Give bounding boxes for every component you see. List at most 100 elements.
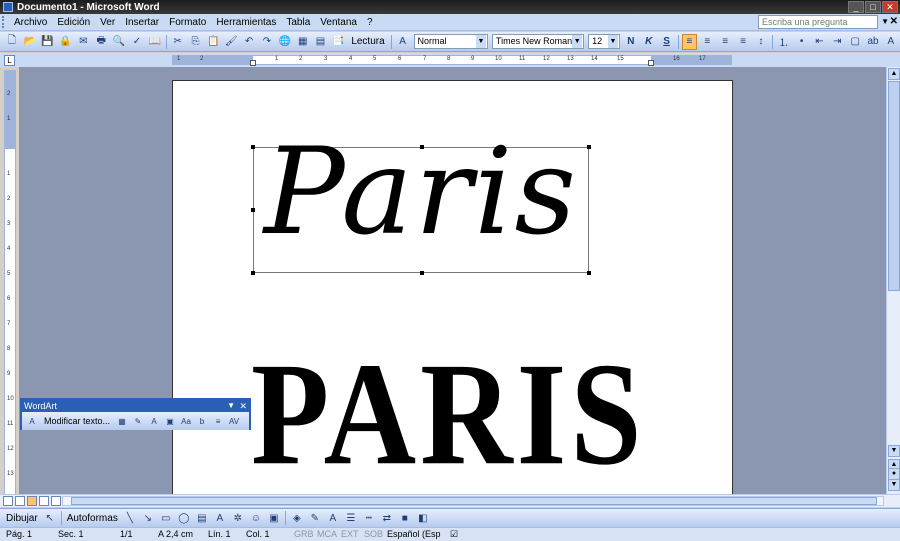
- font-color-icon[interactable]: A: [883, 34, 899, 50]
- menu-edicion[interactable]: Edición: [52, 17, 95, 28]
- chevron-down-icon[interactable]: ▼: [475, 35, 486, 48]
- reading-layout-icon[interactable]: 📑: [330, 34, 346, 50]
- font-size-select[interactable]: 12 ▼: [588, 34, 620, 49]
- line-spacing-icon[interactable]: ↕: [753, 34, 769, 50]
- wordart-toolbar-title[interactable]: WordArt ▼ ✕: [22, 400, 249, 412]
- scroll-down-icon[interactable]: ▼: [888, 445, 900, 457]
- new-document-icon[interactable]: 🗋: [4, 34, 20, 50]
- wordart-gallery-icon[interactable]: ▦: [115, 414, 129, 428]
- autoshapes-menu-button[interactable]: Autoformas: [67, 513, 118, 524]
- bullets-icon[interactable]: •: [794, 34, 810, 50]
- wordart-script-object[interactable]: Paris: [251, 123, 591, 275]
- right-indent-marker[interactable]: [648, 60, 654, 66]
- 3d-style-icon[interactable]: ◧: [415, 510, 431, 526]
- line-color-icon[interactable]: ✎: [307, 510, 323, 526]
- horizontal-scroll-thumb[interactable]: [71, 497, 877, 505]
- arrow-icon[interactable]: ↘: [140, 510, 156, 526]
- insert-wordart-icon[interactable]: A: [212, 510, 228, 526]
- ask-dropdown-icon[interactable]: ▼: [881, 17, 889, 26]
- wordart-shape-icon[interactable]: A: [147, 414, 161, 428]
- resize-handle[interactable]: [420, 271, 424, 275]
- ask-question-input[interactable]: Escriba una pregunta: [758, 15, 878, 29]
- menu-help[interactable]: ?: [362, 17, 378, 28]
- save-icon[interactable]: 💾: [40, 34, 56, 50]
- ruler-strip[interactable]: 1 2 1 2 3 4 5 6 7 8 9 10 11 12 13 14 15 …: [172, 55, 732, 66]
- status-language[interactable]: Español (Esp: [387, 529, 441, 539]
- print-layout-view-icon[interactable]: [27, 496, 37, 506]
- open-icon[interactable]: 📂: [22, 34, 38, 50]
- resize-handle[interactable]: [587, 271, 591, 275]
- highlight-icon[interactable]: ab: [865, 34, 881, 50]
- select-objects-icon[interactable]: ↖: [42, 510, 58, 526]
- text-box-icon[interactable]: ▤: [194, 510, 210, 526]
- cut-icon[interactable]: ✂: [170, 34, 186, 50]
- permission-icon[interactable]: 🔒: [58, 34, 74, 50]
- diagram-icon[interactable]: ✲: [230, 510, 246, 526]
- vertical-scroll-thumb[interactable]: [888, 81, 900, 291]
- numbering-icon[interactable]: ⒈: [776, 34, 792, 50]
- scroll-up-icon[interactable]: ▲: [888, 68, 900, 80]
- toolbar-options-icon[interactable]: ▼: [227, 400, 235, 412]
- vertical-scrollbar[interactable]: ▲ ▼ ▲ ● ▼: [886, 67, 900, 494]
- left-indent-marker[interactable]: [250, 60, 256, 66]
- font-color-icon[interactable]: A: [325, 510, 341, 526]
- normal-view-icon[interactable]: [3, 496, 13, 506]
- document-page[interactable]: Paris PARIS: [172, 80, 733, 494]
- menu-tabla[interactable]: Tabla: [281, 17, 315, 28]
- align-left-icon[interactable]: ≡: [681, 33, 698, 50]
- close-document-button[interactable]: ✕: [890, 16, 898, 27]
- maximize-button[interactable]: □: [865, 1, 881, 13]
- draw-menu-button[interactable]: Dibujar: [6, 513, 38, 524]
- line-icon[interactable]: ╲: [122, 510, 138, 526]
- tab-selector[interactable]: L: [4, 55, 15, 66]
- arrow-style-icon[interactable]: ⇄: [379, 510, 395, 526]
- print-icon[interactable]: 🖶: [93, 34, 109, 50]
- rectangle-icon[interactable]: ▭: [158, 510, 174, 526]
- chevron-down-icon[interactable]: ▼: [572, 35, 583, 48]
- reading-view-icon[interactable]: [51, 496, 61, 506]
- character-spacing-button[interactable]: AV: [227, 414, 241, 428]
- same-letter-heights-button[interactable]: Aa: [179, 414, 193, 428]
- fill-color-icon[interactable]: ◈: [289, 510, 305, 526]
- alignment-icon[interactable]: ≡: [211, 414, 225, 428]
- table-icon[interactable]: ▦: [295, 34, 311, 50]
- status-mca[interactable]: MCA: [317, 529, 337, 539]
- format-painter-icon[interactable]: 🖌: [223, 34, 239, 50]
- redo-icon[interactable]: ↷: [259, 34, 275, 50]
- menu-formato[interactable]: Formato: [164, 17, 211, 28]
- horizontal-scrollbar[interactable]: [62, 496, 884, 506]
- document-map-icon[interactable]: ▤: [313, 34, 329, 50]
- wordart-toolbar[interactable]: WordArt ▼ ✕ A Modificar texto... ▦ ✎ A ▣…: [20, 398, 251, 430]
- border-icon[interactable]: ▢: [847, 34, 863, 50]
- close-window-button[interactable]: ✕: [882, 1, 898, 13]
- justify-icon[interactable]: ≡: [735, 34, 751, 50]
- copy-icon[interactable]: ⎘: [188, 34, 204, 50]
- text-wrapping-icon[interactable]: ▣: [163, 414, 177, 428]
- menu-herramientas[interactable]: Herramientas: [211, 17, 281, 28]
- status-grb[interactable]: GRB: [294, 529, 314, 539]
- close-icon[interactable]: ✕: [239, 400, 247, 412]
- next-page-icon[interactable]: ▼: [888, 479, 900, 491]
- email-icon[interactable]: ✉: [75, 34, 91, 50]
- reading-button[interactable]: Lectura: [351, 36, 384, 47]
- style-select[interactable]: Normal ▼: [413, 34, 488, 49]
- web-view-icon[interactable]: [15, 496, 25, 506]
- menu-ventana[interactable]: Ventana: [315, 17, 362, 28]
- undo-icon[interactable]: ↶: [241, 34, 257, 50]
- minimize-button[interactable]: _: [848, 1, 864, 13]
- edit-text-button[interactable]: Modificar texto...: [40, 415, 114, 427]
- bold-button[interactable]: N: [623, 34, 639, 50]
- menu-insertar[interactable]: Insertar: [120, 17, 164, 28]
- font-select[interactable]: Times New Roman ▼: [491, 34, 585, 49]
- align-right-icon[interactable]: ≡: [717, 34, 733, 50]
- dash-style-icon[interactable]: ┅: [361, 510, 377, 526]
- spelling-icon[interactable]: ✓: [129, 34, 145, 50]
- oval-icon[interactable]: ◯: [176, 510, 192, 526]
- increase-indent-icon[interactable]: ⇥: [829, 34, 845, 50]
- menu-archivo[interactable]: Archivo: [9, 17, 52, 28]
- chevron-down-icon[interactable]: ▼: [607, 35, 618, 48]
- clip-art-icon[interactable]: ☺: [248, 510, 264, 526]
- align-center-icon[interactable]: ≡: [699, 34, 715, 50]
- paste-icon[interactable]: 📋: [205, 34, 221, 50]
- italic-button[interactable]: K: [641, 34, 657, 50]
